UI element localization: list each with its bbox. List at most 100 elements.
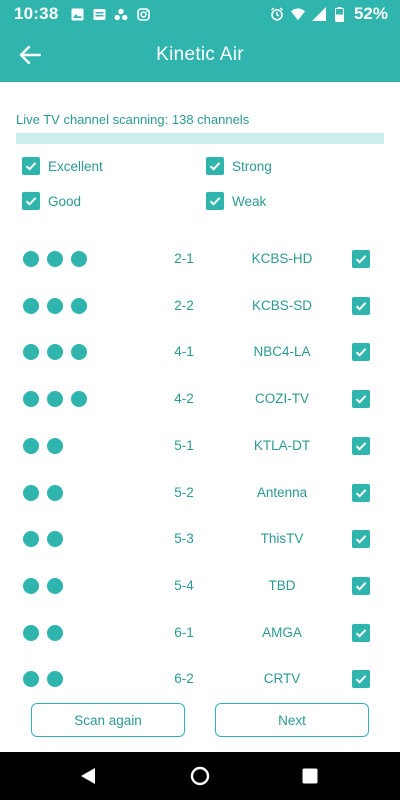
signal-dot-icon [23,391,39,408]
channel-number: 6-1 [174,624,194,640]
channel-checkbox[interactable] [352,623,370,642]
checkbox-checked-icon[interactable] [22,157,40,175]
signal-dot-icon [47,624,63,641]
channel-row[interactable]: 6-2 CRTV [0,656,400,702]
channel-name: AMGA [262,624,302,640]
image-icon [70,7,84,21]
channel-checkbox[interactable] [352,390,370,409]
triangle-back-icon [81,768,95,784]
signal-dot-icon [47,671,63,688]
signal-dot-icon [23,484,39,501]
channel-checkbox[interactable] [352,250,370,268]
channel-name: Antenna [256,484,308,500]
signal-strength-indicator [23,391,87,408]
checkbox-checked-icon[interactable] [206,157,224,175]
status-right: 52% [270,4,388,24]
channel-row[interactable]: 5-1 KTLA-DT [0,423,400,469]
channel-number: 4-2 [174,391,194,407]
signal-dot-icon [23,437,39,454]
signal-dot-icon [47,531,63,548]
signal-dot-icon [47,577,63,594]
signal-strength-indicator [23,577,63,594]
channel-number: 6-2 [174,671,194,687]
signal-dot-icon [47,344,63,361]
channel-name: KTLA-DT [253,437,311,453]
nav-back-button[interactable] [76,764,100,788]
scan-again-button[interactable]: Scan again [31,703,185,737]
channel-name: NBC4-LA [253,344,311,360]
status-time: 10:38 [14,4,59,23]
signal-dot-icon [23,344,39,361]
signal-dot-icon [71,297,87,314]
scan-progress-fill [16,133,384,144]
dots-icon [114,7,128,21]
nav-recents-button[interactable] [298,764,322,788]
channel-number: 4-1 [174,344,194,360]
channel-checkbox[interactable] [352,436,370,455]
app-bar: Kinetic Air [0,28,400,82]
signal-dot-icon [23,624,39,641]
filter-label: Strong [232,158,272,174]
signal-dot-icon [23,577,39,594]
wifi-icon [290,7,305,21]
filter-label: Excellent [48,158,103,174]
signal-strength-indicator [23,344,87,361]
signal-dot-icon [23,531,39,548]
signal-strength-indicator [23,531,63,548]
channel-row[interactable]: 2-2 KCBS-SD [0,283,400,329]
channel-row[interactable]: 4-2 COZI-TV [0,376,400,422]
scan-progress-bar [16,133,384,144]
channel-name: KCBS-HD [251,251,313,266]
signal-icon [311,7,326,21]
channel-checkbox[interactable] [352,530,370,549]
checkbox-checked-icon[interactable] [22,192,40,210]
signal-dot-icon [47,437,63,454]
channel-number: 5-2 [174,484,194,500]
channel-row[interactable]: 4-1 NBC4-LA [0,329,400,375]
channel-checkbox[interactable] [352,483,370,502]
channel-name: TBD [268,577,296,593]
signal-dot-icon [71,344,87,361]
channel-name: KCBS-SD [251,297,312,313]
signal-dot-icon [47,251,63,267]
signal-dot-icon [71,251,87,267]
filter-excellent[interactable]: Excellent [22,157,103,175]
instagram-icon [136,7,150,21]
checkbox-checked-icon[interactable] [206,192,224,210]
system-nav-bar [0,752,400,800]
filter-label: Good [48,193,82,209]
alarm-icon [270,7,284,21]
channel-checkbox[interactable] [352,670,370,689]
signal-dot-icon [23,297,39,314]
page-title: Kinetic Air [156,44,244,65]
filter-good[interactable]: Good [22,192,81,210]
signal-strength-indicator [23,484,63,501]
channel-row[interactable]: 5-3 ThisTV [0,516,400,562]
status-bar: 10:38 52% [0,0,400,28]
signal-strength-indicator [23,437,63,454]
channel-checkbox[interactable] [352,296,370,315]
channel-number: 2-2 [174,297,194,313]
next-button[interactable]: Next [215,703,369,737]
channel-row[interactable]: 5-2 Antenna [0,470,400,516]
channel-number: 5-4 [174,577,194,593]
filter-strong[interactable]: Strong [206,157,272,175]
channel-number: 5-1 [174,437,194,453]
channel-checkbox[interactable] [352,343,370,362]
signal-strength-indicator [23,671,63,688]
filter-weak[interactable]: Weak [206,192,266,210]
signal-dot-icon [71,391,87,408]
battery-icon [333,6,347,22]
signal-dot-icon [47,297,63,314]
channel-row[interactable]: 6-1 AMGA [0,610,400,656]
channel-row[interactable]: 2-1 KCBS-HD [0,236,400,282]
nav-home-button[interactable] [188,764,212,788]
signal-dot-icon [47,484,63,501]
channel-row[interactable]: 5-4 TBD [0,563,400,609]
scan-status-text: Live TV channel scanning: 138 channels [16,112,250,127]
channel-name: CRTV [263,671,301,687]
battery-percent: 52% [353,4,388,23]
filter-label: Weak [232,193,267,209]
channel-checkbox[interactable] [352,576,370,595]
signal-strength-indicator [23,251,87,267]
